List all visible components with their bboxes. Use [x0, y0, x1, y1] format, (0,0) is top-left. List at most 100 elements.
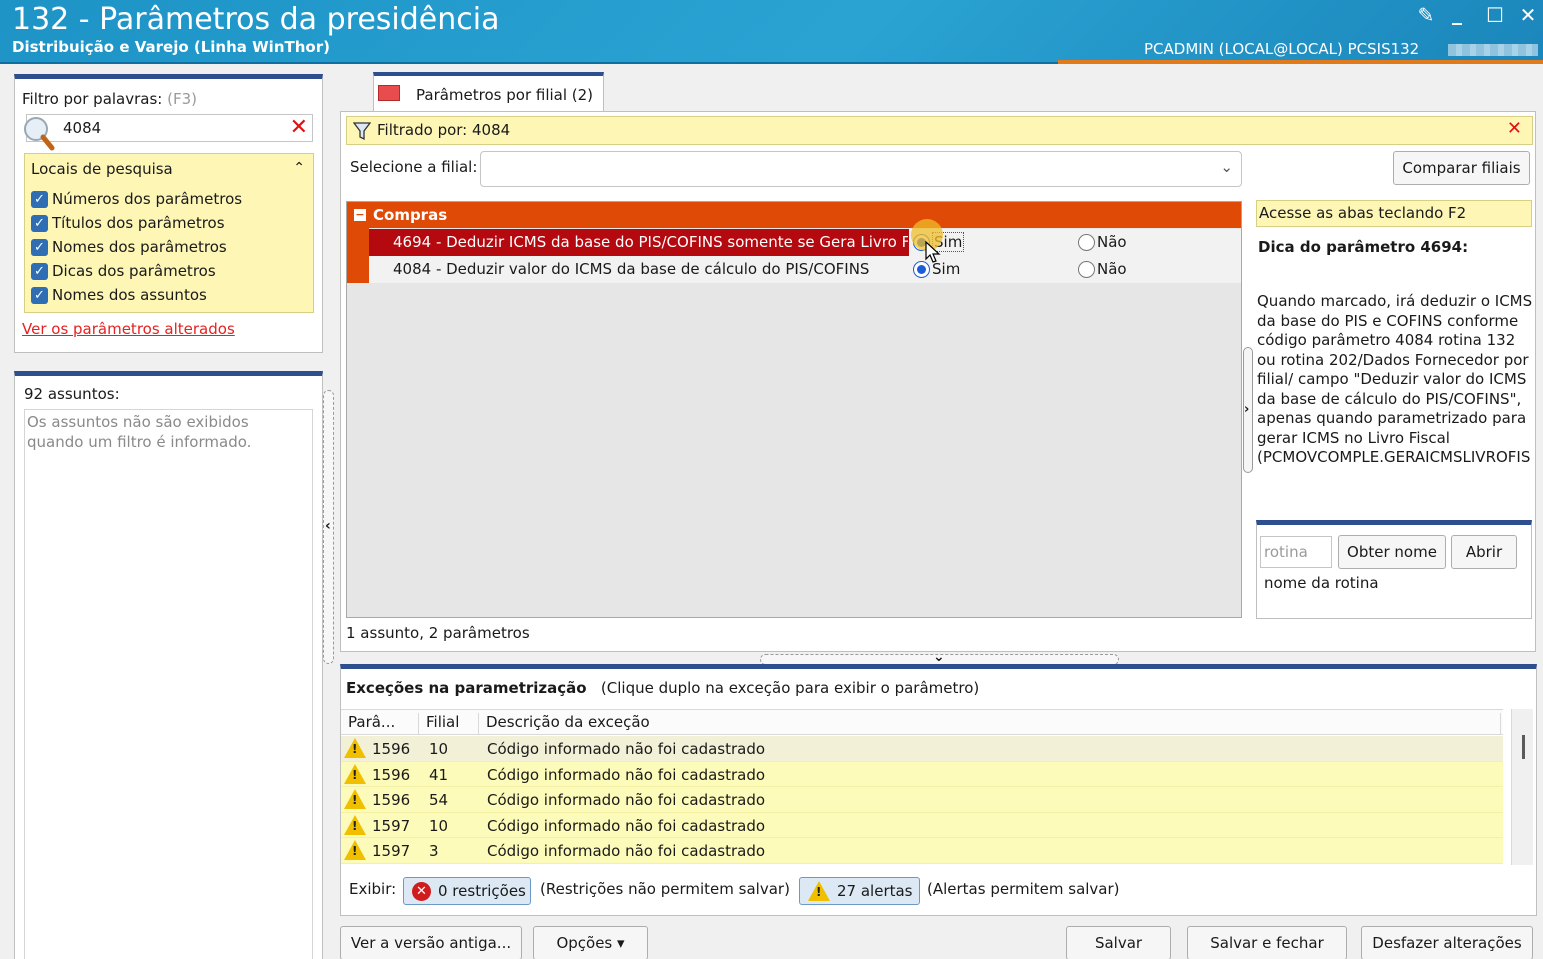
table-header: Parâ... Filial Descrição da exceção [341, 709, 1503, 735]
changed-params-link[interactable]: Ver os parâmetros alterados [22, 320, 235, 338]
warning-icon: ! [344, 789, 366, 809]
compare-branches-button[interactable]: Comparar filiais [1393, 151, 1530, 185]
window-subtitle: Distribuição e Varejo (Linha WinThor) [12, 38, 330, 56]
exceptions-table: Parâ... Filial Descrição da exceção ! 15… [341, 709, 1511, 865]
subjects-list[interactable]: Os assuntos não são exibidos quando um f… [24, 409, 313, 959]
checkbox-checked-icon[interactable]: ✓ [31, 191, 48, 208]
collapse-up-icon[interactable]: ⌃ [293, 160, 305, 176]
collapse-group-icon[interactable]: − [354, 209, 366, 221]
checkbox-titulos[interactable]: ✓ Títulos dos parâmetros [31, 214, 225, 236]
checkbox-checked-icon[interactable]: ✓ [31, 239, 48, 256]
checkbox-assuntos[interactable]: ✓ Nomes dos assuntos [31, 286, 207, 308]
collapse-left-icon[interactable]: ‹ [325, 518, 331, 534]
tab-label: Parâmetros por filial (2) [416, 86, 594, 104]
subjects-count-label: 92 assuntos: [24, 385, 120, 403]
parameter-title: 4084 - Deduzir valor do ICMS da base de … [393, 260, 870, 278]
save-button[interactable]: Salvar [1066, 926, 1171, 959]
exceptions-title: Exceções na parametrização (Clique duplo… [346, 679, 980, 697]
window-title: 132 - Parâmetros da presidência [12, 2, 500, 37]
branch-select[interactable]: ⌄ [480, 151, 1242, 187]
alerts-note: (Alertas permitem salvar) [927, 880, 1120, 898]
accent-line [1058, 60, 1543, 64]
options-button[interactable]: Opções ▾ [533, 926, 648, 959]
chevron-right-icon[interactable]: › [1244, 402, 1249, 417]
edit-icon[interactable]: ✎ [1412, 4, 1440, 26]
branch-label: Selecione a filial: [350, 158, 478, 176]
undo-changes-button[interactable]: Desfazer alterações [1361, 926, 1533, 959]
filter-status-bar: Filtrado por: 4084 ✕ [346, 116, 1533, 145]
f2-hint-box: Acesse as abas teclando F2 [1256, 200, 1532, 227]
clear-filter-icon[interactable]: ✕ [290, 115, 308, 141]
redacted-text [1448, 44, 1538, 56]
chevron-down-icon[interactable]: ⌄ [933, 649, 945, 665]
table-row[interactable]: ! 1596 41 Código informado não foi cadas… [341, 761, 1503, 787]
exceptions-scrollbar[interactable] [1511, 709, 1533, 865]
parameter-row[interactable]: 4084 - Deduzir valor do ICMS da base de … [369, 256, 1241, 283]
routine-name: nome da rotina [1264, 574, 1379, 592]
chevron-down-icon: ⌄ [1220, 158, 1233, 176]
folder-icon [378, 85, 400, 101]
warning-icon: ! [344, 763, 366, 784]
checkbox-checked-icon[interactable]: ✓ [31, 287, 48, 304]
alerts-toggle[interactable]: ! 27 alertas [799, 877, 920, 905]
parameter-title: 4694 - Deduzir ICMS da base do PIS/COFIN… [393, 233, 908, 251]
funnel-icon [352, 121, 372, 145]
error-icon: ✕ [412, 882, 431, 901]
warning-icon: ! [344, 814, 366, 835]
maximize-button[interactable]: ☐ [1481, 4, 1509, 26]
column-header[interactable]: Descrição da exceção [479, 713, 1501, 735]
restrictions-label: 0 restrições [438, 882, 526, 900]
search-locations-title: Locais de pesquisa [31, 160, 173, 178]
group-indent [347, 228, 369, 283]
table-row[interactable]: ! 1597 3 Código informado não foi cadast… [341, 838, 1503, 864]
checkbox-dicas[interactable]: ✓ Dicas dos parâmetros [31, 262, 216, 284]
remove-filter-icon[interactable]: ✕ [1507, 118, 1522, 139]
group-name: Compras [373, 206, 448, 224]
warning-icon: ! [808, 881, 830, 901]
restrictions-note: (Restrições não permitem salvar) [540, 880, 790, 898]
user-info: PCADMIN (LOCAL@LOCAL) PCSIS132 [1144, 40, 1420, 58]
tip-body: Quando marcado, irá deduzir o ICMS da ba… [1257, 292, 1533, 466]
get-name-button[interactable]: Obter nome [1338, 535, 1446, 569]
filter-input-value: 4084 [63, 119, 102, 137]
table-row[interactable]: ! 1596 54 Código informado não foi cadas… [341, 787, 1503, 813]
option-nao[interactable]: Não [1074, 256, 1241, 283]
radio-empty-icon[interactable] [1078, 261, 1095, 278]
search-icon [22, 114, 58, 152]
routine-input[interactable]: rotina [1260, 536, 1332, 568]
f2-hint-text: Acesse as abas teclando F2 [1259, 204, 1467, 222]
checkbox-nomes[interactable]: ✓ Nomes dos parâmetros [31, 238, 227, 260]
option-nao[interactable]: Não [1074, 229, 1241, 256]
search-locations-box: Locais de pesquisa ⌃ ✓ Números dos parâme… [24, 153, 314, 313]
checkbox-numeros[interactable]: ✓ Números dos parâmetros [31, 190, 242, 212]
minimize-button[interactable]: _ [1443, 2, 1471, 24]
old-version-button[interactable]: Ver a versão antiga... [340, 926, 522, 959]
open-button[interactable]: Abrir [1451, 535, 1517, 569]
table-row[interactable]: ! 1597 10 Código informado não foi cadas… [341, 812, 1503, 838]
radio-empty-icon[interactable] [1078, 234, 1095, 251]
grid-summary: 1 assunto, 2 parâmetros [346, 624, 530, 642]
tip-title: Dica do parâmetro 4694: [1258, 238, 1469, 256]
checkbox-checked-icon[interactable]: ✓ [31, 263, 48, 280]
checkbox-checked-icon[interactable]: ✓ [31, 215, 48, 232]
filter-input[interactable]: 4084 ✕ [26, 114, 313, 142]
parameter-row[interactable]: 4694 - Deduzir ICMS da base do PIS/COFIN… [369, 229, 1241, 256]
scrollbar-thumb[interactable] [1522, 735, 1525, 759]
filter-status-text: Filtrado por: 4084 [377, 121, 511, 139]
warning-icon: ! [344, 840, 366, 860]
alerts-label: 27 alertas [837, 882, 913, 900]
filter-label: Filtro por palavras: (F3) [22, 90, 198, 108]
warning-icon: ! [344, 738, 366, 758]
show-label: Exibir: [349, 880, 397, 898]
close-button[interactable]: ✕ [1514, 4, 1542, 26]
column-header[interactable]: Filial [419, 713, 479, 735]
restrictions-toggle[interactable]: ✕ 0 restrições [403, 877, 531, 905]
tab-parametros-filial[interactable]: Parâmetros por filial (2) [373, 72, 604, 112]
mouse-cursor-icon [924, 240, 942, 268]
column-header[interactable]: Parâ... [341, 713, 419, 735]
save-and-close-button[interactable]: Salvar e fechar [1187, 926, 1347, 959]
table-row[interactable]: ! 1596 10 Código informado não foi cadas… [341, 736, 1503, 762]
subjects-empty-message: Os assuntos não são exibidos quando um f… [27, 413, 252, 451]
group-header[interactable]: − Compras [347, 202, 1241, 228]
parameters-grid: − Compras 4694 - Deduzir ICMS da base do… [346, 201, 1242, 618]
